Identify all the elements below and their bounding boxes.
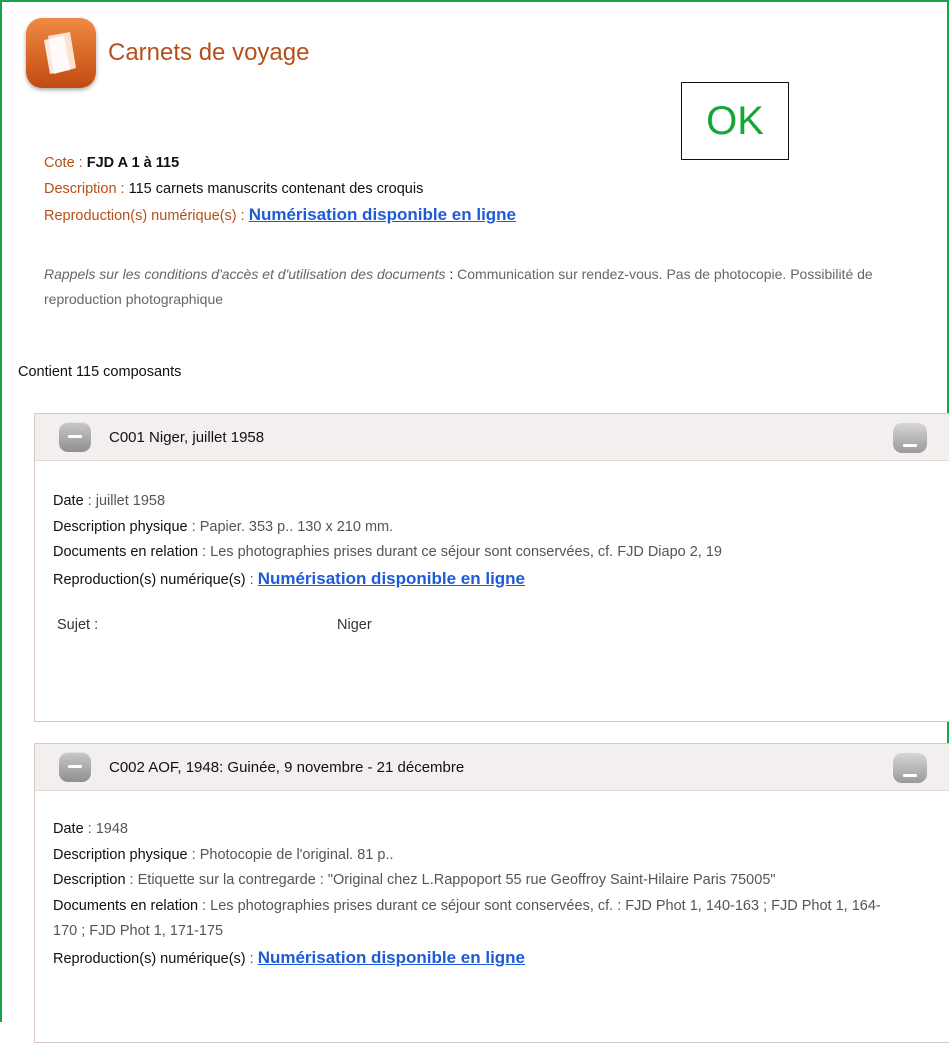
numerisation-link[interactable]: Numérisation disponible en ligne [258,569,525,588]
date-label: Date [53,493,84,509]
access-conditions: Rappels sur les conditions d'accès et d'… [44,266,873,307]
page-header: Carnets de voyage [26,18,309,88]
page-title: Carnets de voyage [108,39,310,66]
component-body: Date : juillet 1958 Description physique… [35,461,949,639]
reproduction-label: Reproduction(s) numérique(s) [44,208,237,224]
related-documents-label: Documents en relation [53,897,199,914]
physical-description-value: Photocopie de l'original. 81 p.. [199,846,394,863]
access-conditions-label: Rappels sur les conditions d'accès et d'… [44,266,446,282]
component-header: C001 Niger, juillet 1958 [35,414,949,461]
date-value: juillet 1958 [95,493,166,509]
component-header: C002 AOF, 1948: Guinée, 9 novembre - 21 … [35,744,949,791]
reproduction-label: Reproduction(s) numérique(s) [53,571,246,588]
minimize-icon[interactable] [893,423,927,453]
collapse-icon[interactable] [59,422,91,452]
physical-description-label: Description physique [53,846,188,863]
cote-value: FJD A 1 à 115 [86,155,180,171]
subject-row: Sujet : Niger [53,613,949,639]
subject-value: Niger [337,617,372,633]
description-label: Description [53,872,126,888]
description-label: Description [44,181,117,197]
numerisation-link[interactable]: Numérisation disponible en ligne [249,205,516,224]
ok-stamp: OK [681,82,789,160]
physical-description-value: Papier. 353 p.. 130 x 210 mm. [199,518,394,535]
book-sketch-icon [26,18,96,88]
minimize-icon[interactable] [893,753,927,783]
subject-label: Sujet : [57,617,99,633]
component-title: C001 Niger, juillet 1958 [109,428,265,446]
collapse-icon[interactable] [59,752,91,782]
component-body: Date : 1948 Description physique : Photo… [53,821,881,967]
physical-description-label: Description physique [53,518,188,535]
date-value: 1948 [95,821,128,837]
record-metadata: Cote : FJD A 1 à 115 Description : 115 c… [44,155,517,224]
components-count: Contient 115 composants [18,364,182,380]
numerisation-link[interactable]: Numérisation disponible en ligne [258,948,525,967]
component-panel: C002 AOF, 1948: Guinée, 9 novembre - 21 … [34,743,949,1043]
date-label: Date [53,821,84,837]
component-panel: C001 Niger, juillet 1958 Date : juillet … [34,413,949,722]
related-documents-label: Documents en relation [53,544,199,560]
description-value: Etiquette sur la contregarde : "Original… [137,872,776,888]
reproduction-label: Reproduction(s) numérique(s) [53,950,246,967]
description-value: 115 carnets manuscrits contenant des cro… [128,181,424,197]
related-documents-value: Les photographies prises durant ce séjou… [210,544,722,560]
component-title: C002 AOF, 1948: Guinée, 9 novembre - 21 … [109,758,465,776]
cote-label: Cote [44,155,75,171]
